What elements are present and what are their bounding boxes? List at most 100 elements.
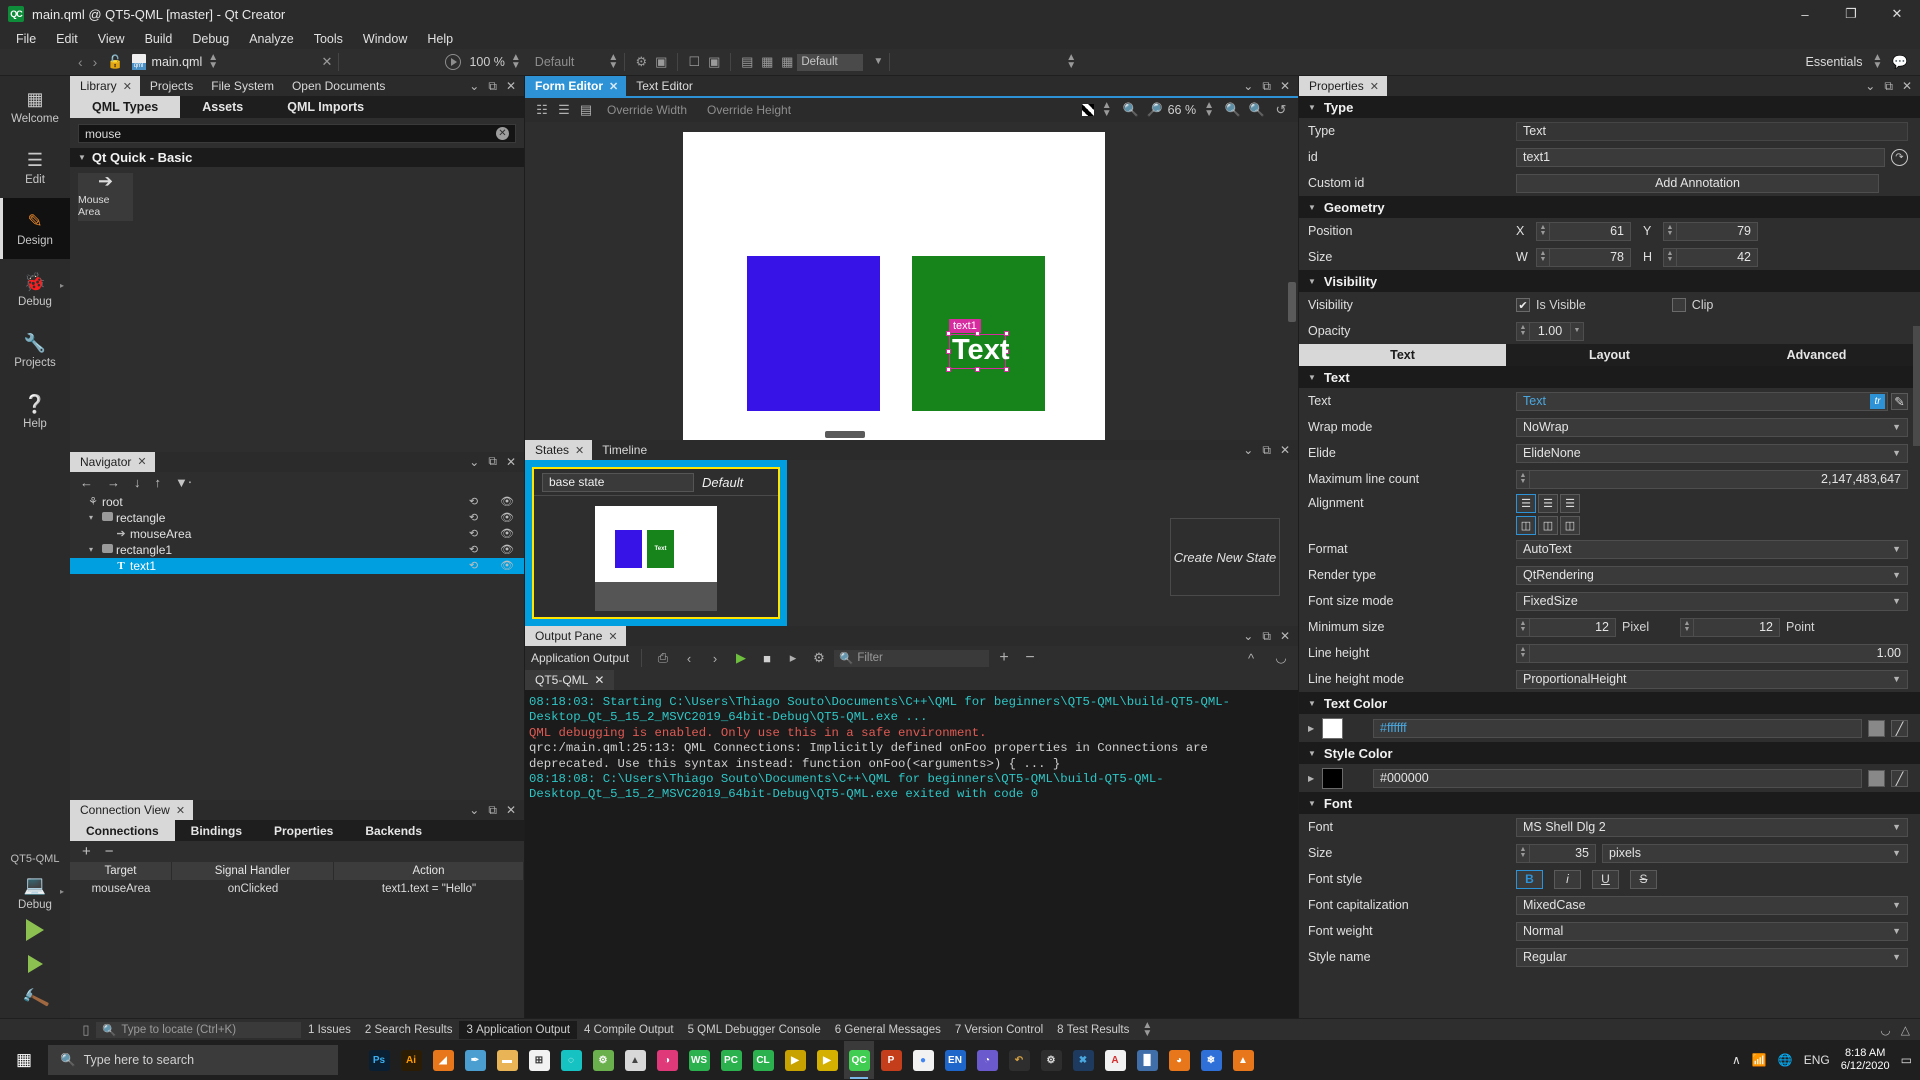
minimum-pixel-size-spinner[interactable]: ▲ ▼ 12 [1516, 617, 1616, 637]
close-document-icon[interactable]: ✕ [322, 54, 333, 70]
clear-search-icon[interactable]: ✕ [496, 127, 509, 140]
dock-tab-navigator[interactable]: Navigator ✕ [70, 451, 155, 472]
taskbar-app-pc[interactable]: PC [716, 1041, 746, 1079]
state-card-base[interactable]: base state Default Text [525, 460, 787, 626]
bold-button[interactable]: B [1516, 869, 1543, 889]
export-icon[interactable]: ⟲ [469, 527, 478, 540]
float-dock-icon[interactable]: ⧉ [1262, 443, 1271, 458]
essentials-chevron-icon[interactable]: ▲ ▼ [1873, 53, 1883, 71]
background-color-icon[interactable] [1081, 104, 1094, 116]
kit-selector-name[interactable]: QT5-QML [0, 849, 70, 865]
canvas-rectangle-blue[interactable] [747, 256, 880, 411]
taskbar-app-ws[interactable]: WS [684, 1041, 714, 1079]
taskbar-app-yellow1[interactable]: ▶ [780, 1041, 810, 1079]
close-button[interactable]: ✕ [1874, 0, 1920, 28]
menu-analyze[interactable]: Analyze [239, 30, 303, 48]
chevron-down-icon[interactable]: ⌄ [469, 79, 479, 93]
pane-version-control[interactable]: 7 Version Control [948, 1021, 1050, 1039]
preview-style-spinner[interactable]: ▲ ▼ [608, 53, 618, 71]
taskbar-app-vlc[interactable]: ▲ [1228, 1041, 1258, 1079]
position-y-spinner[interactable]: ▲ ▼ 79 [1663, 221, 1758, 241]
solid-color-icon[interactable] [1868, 719, 1885, 737]
taskbar-app-settings[interactable]: ⚙ [1036, 1041, 1066, 1079]
output-filter-input[interactable]: 🔍 Filter [834, 649, 989, 667]
debug-output-icon[interactable]: ▸ [782, 647, 804, 669]
font-size-unit-combo[interactable]: pixels ▼ [1602, 843, 1908, 863]
chevron-down-icon[interactable]: ⌄ [1865, 79, 1875, 93]
export-icon[interactable]: ⟲ [469, 511, 478, 524]
chevron-down-icon[interactable]: ⌄ [469, 455, 479, 469]
spinner-arrows-icon[interactable]: ▲ ▼ [1517, 644, 1530, 662]
align-center-icon[interactable]: ☰ [1538, 493, 1558, 513]
font-size-mode-combo[interactable]: FixedSize ▼ [1516, 591, 1908, 611]
align-middle-icon[interactable]: ◫ [1538, 515, 1558, 535]
tab-advanced-props[interactable]: Advanced [1713, 344, 1920, 366]
font-family-combo[interactable]: MS Shell Dlg 2 ▼ [1516, 817, 1908, 837]
next-item-icon[interactable]: › [704, 647, 726, 669]
taskbar-app-evernote[interactable]: EN [940, 1041, 970, 1079]
layout-column-icon[interactable]: ▦ [757, 52, 777, 72]
section-text-color[interactable]: ▼ Text Color [1299, 692, 1920, 714]
export-icon[interactable]: ⟲ [469, 559, 478, 572]
minimize-button[interactable]: – [1782, 0, 1828, 28]
move-down-icon[interactable]: ↓ [134, 475, 141, 490]
canvas-text-item[interactable]: Text [952, 335, 1009, 365]
navigator-row-mousearea[interactable]: ➔ mouseArea ⟲ 👁 [70, 526, 524, 542]
dock-tab-opendocuments[interactable]: Open Documents [282, 76, 393, 96]
tab-text-props[interactable]: Text [1299, 344, 1506, 366]
max-line-count-spinner[interactable]: ▲ ▼ 2,147,483,647 [1516, 469, 1908, 489]
override-width-label[interactable]: Override Width [597, 103, 697, 117]
minimize-output-icon[interactable]: ◡ [1270, 647, 1292, 669]
run-output-icon[interactable]: ▶ [730, 647, 752, 669]
taskbar-app-charts[interactable]: █ [1132, 1041, 1162, 1079]
navigator-row-rectangle[interactable]: ▾ rectangle ⟲ 👁 [70, 510, 524, 526]
clip-checkbox[interactable] [1671, 298, 1686, 312]
mode-debug-arrow-icon[interactable]: ▸ [60, 281, 64, 290]
line-height-spinner[interactable]: ▲ ▼ 1.00 [1516, 643, 1908, 663]
start-debugging-button[interactable] [27, 955, 43, 973]
taskbar-app-yellow2[interactable]: ▶ [812, 1041, 842, 1079]
float-dock-icon[interactable]: ⧉ [488, 454, 497, 469]
tab-layout-props[interactable]: Layout [1506, 344, 1713, 366]
mode-design[interactable]: ✎ Design [0, 198, 70, 259]
zoom-out-text-icon[interactable]: − [1019, 647, 1041, 669]
style-color-swatch[interactable] [1322, 767, 1343, 789]
pane-issues[interactable]: 1 Issues [301, 1021, 358, 1039]
taskbar-app-vscode[interactable]: ✖ [1068, 1041, 1098, 1079]
preview-style-value[interactable]: Default [535, 55, 575, 69]
menu-edit[interactable]: Edit [46, 30, 88, 48]
snap-to-icon[interactable]: ⚙ [631, 52, 651, 72]
close-icon[interactable]: ✕ [609, 80, 618, 93]
application-output-console[interactable]: 08:18:03: Starting C:\Users\Thiago Souto… [525, 690, 1298, 1018]
network-icon[interactable]: 📶 [1752, 1053, 1767, 1067]
menu-build[interactable]: Build [135, 30, 183, 48]
taskbar-app-photoshop[interactable]: Ps [364, 1041, 394, 1079]
layout-row-icon[interactable]: ▤ [737, 52, 757, 72]
tab-text-editor[interactable]: Text Editor [626, 76, 701, 96]
chevron-down-icon[interactable]: ▼ [1570, 322, 1583, 340]
zoom-out-icon[interactable]: 🔎 [1144, 99, 1166, 121]
zoom-fit-icon[interactable]: 🔍 [1246, 99, 1268, 121]
border-remove-icon[interactable]: ▣ [704, 52, 724, 72]
chevron-down-icon[interactable]: ⌄ [1243, 629, 1253, 643]
close-dock-icon[interactable]: ✕ [506, 803, 516, 817]
override-height-label[interactable]: Override Height [697, 103, 801, 117]
is-visible-checkbox[interactable]: ✔ [1516, 298, 1530, 312]
section-style-color[interactable]: ▼ Style Color [1299, 742, 1920, 764]
style-color-hex-input[interactable]: #000000 [1373, 768, 1862, 788]
prev-item-icon[interactable]: ‹ [678, 647, 700, 669]
tab-qml-types[interactable]: QML Types [70, 96, 181, 118]
library-search-input[interactable]: mouse ✕ [78, 124, 516, 143]
dock-tab-properties[interactable]: Properties ✕ [1299, 76, 1387, 96]
dock-tab-projects[interactable]: Projects [140, 76, 201, 96]
italic-button[interactable]: i [1554, 869, 1581, 889]
mode-help[interactable]: ❔ Help [0, 381, 70, 442]
property-id-input[interactable]: text1 [1516, 147, 1885, 167]
transparent-color-icon[interactable]: ╱ [1891, 769, 1908, 787]
section-font[interactable]: ▼ Font [1299, 792, 1920, 814]
gear-icon[interactable]: ⚙ [808, 647, 830, 669]
mode-edit[interactable]: ☰ Edit [0, 137, 70, 198]
nav-back-icon[interactable]: ‹ [78, 54, 83, 70]
zoom-in-icon[interactable]: 🔍 [1120, 99, 1142, 121]
section-visibility[interactable]: ▼ Visibility [1299, 270, 1920, 292]
